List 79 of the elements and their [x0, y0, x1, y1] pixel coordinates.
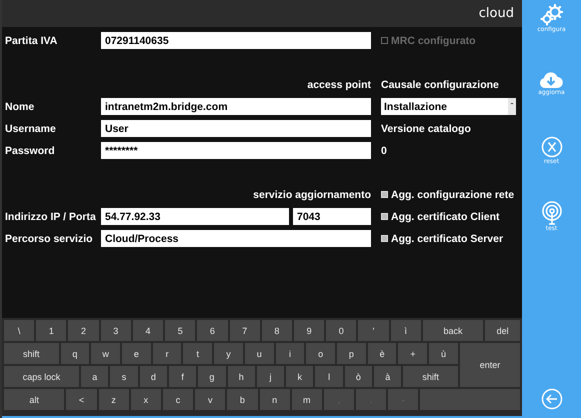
port-input-field[interactable]: 7043 — [293, 208, 371, 225]
key[interactable]: g — [198, 366, 226, 387]
shift-key[interactable]: shift — [403, 366, 458, 387]
field-label: Username — [5, 122, 56, 134]
key[interactable]: v — [195, 389, 226, 410]
input-field[interactable]: intranetm2m.bridge.com — [101, 98, 371, 115]
field-label: Percorso servizio — [5, 232, 93, 244]
alt-key[interactable]: alt — [4, 389, 64, 410]
key[interactable]: 9 — [294, 320, 324, 341]
field-label: Causale configurazione — [381, 78, 499, 90]
input-field[interactable]: User — [101, 120, 371, 137]
cloud-download-icon — [539, 71, 564, 89]
shift-key[interactable]: shift — [4, 343, 59, 364]
key[interactable]: e — [122, 343, 151, 364]
key[interactable]: o — [306, 343, 336, 364]
key[interactable]: h — [228, 366, 255, 387]
section-heading: servizio aggiornamento — [253, 188, 371, 200]
key[interactable]: < — [66, 389, 97, 410]
key[interactable]: 5 — [165, 320, 196, 341]
key[interactable]: i — [276, 343, 304, 364]
key[interactable]: 4 — [132, 320, 164, 341]
key[interactable]: ò — [344, 366, 372, 387]
input-field[interactable]: 07291140635 — [101, 32, 371, 49]
field-label: Indirizzo IP / Porta — [5, 210, 96, 222]
key[interactable]: m — [292, 389, 322, 410]
key[interactable]: è — [368, 343, 396, 364]
key[interactable]: r — [152, 343, 182, 364]
key[interactable]: 7 — [230, 320, 260, 341]
input-field[interactable]: ******** — [101, 142, 371, 159]
input-field[interactable]: Cloud/Process — [101, 230, 371, 247]
caps-lock-key[interactable]: caps lock — [4, 366, 80, 387]
key[interactable]: ù — [429, 343, 458, 364]
key[interactable]: j — [256, 366, 284, 387]
del-key[interactable]: del — [485, 320, 520, 341]
key[interactable]: \ — [4, 320, 34, 341]
key[interactable]: 3 — [100, 320, 131, 341]
field-label: Partita IVA — [5, 34, 58, 46]
key[interactable]: 1 — [36, 320, 66, 341]
key[interactable]: 8 — [262, 320, 292, 341]
key[interactable]: d — [140, 366, 167, 387]
key[interactable]: z — [98, 389, 129, 410]
key[interactable]: c — [162, 389, 194, 410]
version-value: 0 — [381, 144, 387, 156]
key[interactable]: l — [315, 366, 343, 387]
key[interactable]: 0 — [326, 320, 356, 341]
enter-key[interactable]: enter — [460, 343, 520, 387]
field-label: Versione catalogo — [381, 122, 471, 134]
page-title: cloud — [478, 6, 514, 21]
antenna-icon — [540, 201, 562, 225]
key[interactable]: b — [227, 389, 258, 410]
close-circle-icon — [540, 136, 562, 158]
field-label: Nome — [5, 100, 34, 112]
option-checkbox[interactable]: Agg. certificato Client — [381, 210, 500, 222]
key[interactable]: a — [81, 366, 108, 387]
key[interactable]: 2 — [68, 320, 99, 341]
key[interactable]: ì — [390, 320, 421, 341]
key[interactable]: 6 — [197, 320, 228, 341]
key[interactable]: + — [398, 343, 428, 364]
key[interactable]: q — [60, 343, 90, 364]
key[interactable]: p — [337, 343, 366, 364]
back-key[interactable]: back — [422, 320, 484, 341]
key[interactable]: w — [91, 343, 120, 364]
key[interactable]: k — [286, 366, 314, 387]
key[interactable]: f — [168, 366, 196, 387]
key[interactable]: n — [260, 389, 290, 410]
key[interactable]: à — [374, 366, 402, 387]
dropdown[interactable]: Installazione - — [381, 98, 516, 115]
gear-icon — [538, 4, 564, 26]
section-heading: access point — [307, 78, 371, 90]
key[interactable]: s — [110, 366, 138, 387]
key[interactable]: u — [244, 343, 274, 364]
key[interactable]: ' — [358, 320, 389, 341]
option-checkbox[interactable]: Agg. certificato Server — [381, 232, 504, 244]
ip-input-field[interactable]: 54.77.92.33 — [101, 208, 289, 225]
key[interactable]: x — [130, 389, 161, 410]
option-checkbox[interactable]: Agg. configurazione rete — [381, 188, 514, 200]
key[interactable]: t — [183, 343, 212, 364]
field-label: Password — [5, 144, 55, 156]
key[interactable]: y — [214, 343, 243, 364]
